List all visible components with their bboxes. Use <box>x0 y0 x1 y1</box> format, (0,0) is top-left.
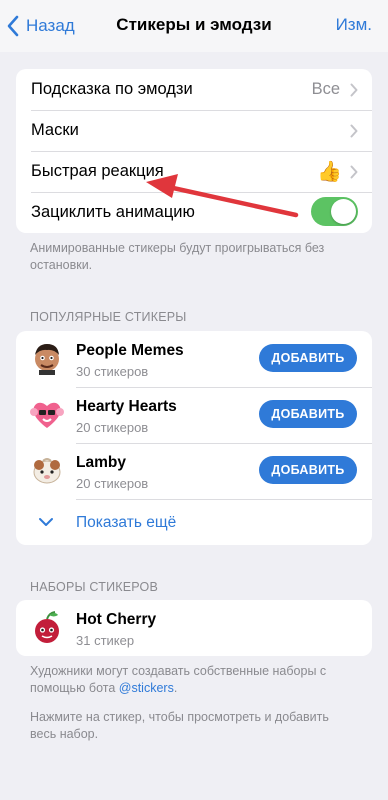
masks-row[interactable]: Маски <box>16 110 372 151</box>
emoji-hint-label: Подсказка по эмодзи <box>31 80 193 98</box>
sticker-set-count: 20 стикеров <box>76 420 149 435</box>
quick-reaction-row[interactable]: Быстрая реакция 👍 <box>16 151 372 192</box>
sticker-set-name: Lamby <box>76 454 126 471</box>
emoji-hint-row[interactable]: Подсказка по эмодзи Все <box>16 69 372 110</box>
list-item[interactable]: People Memes 30 стикеров ДОБАВИТЬ <box>16 331 372 387</box>
people-memes-sticker-icon <box>35 344 59 375</box>
sticker-set-name: Hearty Hearts <box>76 398 177 415</box>
footnote-period: . <box>173 681 178 695</box>
thumbs-up-emoji: 👍 <box>317 161 342 183</box>
add-sticker-set-button[interactable]: ДОБАВИТЬ <box>259 344 357 372</box>
masks-label: Маски <box>31 121 79 139</box>
chevron-right-icon <box>350 124 358 138</box>
divider <box>76 499 372 500</box>
footnote-text: Художники могут создавать собственные на… <box>30 664 327 695</box>
settings-card: Подсказка по эмодзи Все Маски Быстрая ре… <box>16 69 372 233</box>
hot-cherry-sticker-icon <box>35 611 59 643</box>
lamby-sticker-icon <box>33 458 61 484</box>
loop-animation-toggle[interactable] <box>311 197 358 226</box>
page-title: Стикеры и эмодзи <box>116 15 272 34</box>
popular-stickers-card: People Memes 30 стикеров ДОБАВИТЬ Hearty… <box>16 331 372 545</box>
view-set-footnote: Нажмите на стикер, чтобы просмотреть и д… <box>30 710 329 741</box>
list-item[interactable]: Lamby 20 стикеров ДОБАВИТЬ <box>16 443 372 499</box>
popular-section-header: ПОПУЛЯРНЫЕ СТИКЕРЫ <box>30 310 187 324</box>
edit-button[interactable]: Изм. <box>336 15 372 35</box>
sets-section-header: НАБОРЫ СТИКЕРОВ <box>30 580 158 594</box>
list-item[interactable]: Hearty Hearts 20 стикеров ДОБАВИТЬ <box>16 387 372 443</box>
sticker-sets-card: Hot Cherry 31 стикер <box>16 600 372 656</box>
quick-reaction-label: Быстрая реакция <box>31 162 164 180</box>
stickers-bot-footnote: Художники могут создавать собственные на… <box>30 663 360 697</box>
chevron-down-icon <box>39 518 53 526</box>
sticker-set-count: 30 стикеров <box>76 364 149 379</box>
sticker-set-name: People Memes <box>76 342 184 359</box>
add-sticker-set-button[interactable]: ДОБАВИТЬ <box>259 400 357 428</box>
list-item[interactable]: Hot Cherry 31 стикер <box>16 600 372 656</box>
sticker-set-name: Hot Cherry <box>76 611 157 628</box>
chevron-right-icon <box>350 83 358 97</box>
loop-animation-label: Зациклить анимацию <box>31 203 195 221</box>
toggle-knob <box>331 199 356 224</box>
hearty-hearts-sticker-icon <box>30 402 64 428</box>
sticker-set-count: 20 стикеров <box>76 476 149 491</box>
show-more-label: Показать ещё <box>76 514 177 531</box>
loop-animation-row: Зациклить анимацию <box>16 192 372 233</box>
emoji-hint-value: Все <box>311 80 340 98</box>
stickers-bot-link[interactable]: @stickers <box>119 681 174 695</box>
sticker-set-count: 31 стикер <box>76 633 135 648</box>
chevron-right-icon <box>350 165 358 179</box>
add-sticker-set-button[interactable]: ДОБАВИТЬ <box>259 456 357 484</box>
show-more-button[interactable]: Показать ещё <box>16 501 372 545</box>
navigation-bar: Назад Стикеры и эмодзи Изм. <box>0 0 388 52</box>
animation-footnote: Анимированные стикеры будут проигрыватьс… <box>30 241 325 272</box>
